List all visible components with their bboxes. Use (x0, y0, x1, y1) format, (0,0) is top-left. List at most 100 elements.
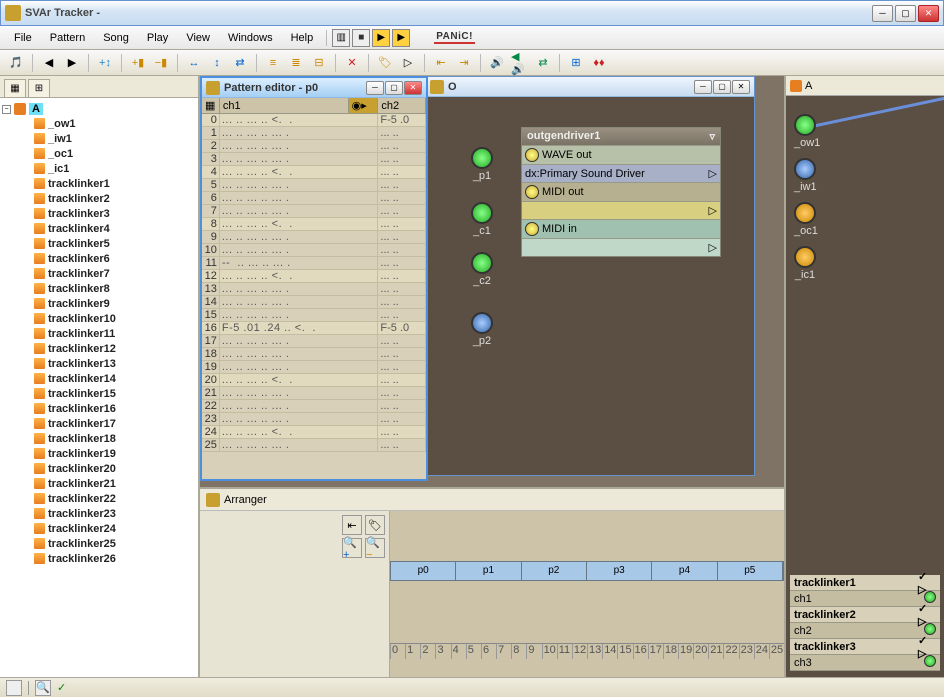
port-c2[interactable]: _c2 (471, 252, 493, 287)
col-ch1[interactable]: ch1 (220, 98, 349, 113)
midiout-play-icon[interactable]: ▷ (709, 204, 717, 217)
tree-item[interactable]: tracklinker22 (2, 491, 196, 506)
pattern-row[interactable]: 23... .. ... .. ... .... .. (202, 413, 426, 426)
pattern-block[interactable]: p4 (652, 562, 717, 580)
node-outgendriver[interactable]: outgendriver1▿ WAVE out dx:Primary Sound… (521, 127, 721, 257)
tree-item[interactable]: _ow1 (2, 116, 196, 131)
tree-item[interactable]: tracklinker2 (2, 191, 196, 206)
panic-button[interactable]: PANiC! (434, 31, 475, 44)
port-c1[interactable]: _c1 (471, 202, 493, 237)
pattern-row[interactable]: 0... .. ... .. <. .F-5 .0 (202, 114, 426, 127)
tree-item[interactable]: _iw1 (2, 131, 196, 146)
pattern-grid[interactable]: ▦ ch1 ◉▸ ch2 0... .. ... .. <. .F-5 .01.… (202, 98, 426, 479)
play-pattern-button[interactable]: ▶ (372, 29, 390, 47)
tree-item[interactable]: tracklinker16 (2, 401, 196, 416)
arranger-tag-button[interactable]: 🏷 (365, 515, 385, 535)
tree-item[interactable]: tracklinker23 (2, 506, 196, 521)
tool-mixer[interactable]: ♦♦ (589, 53, 609, 73)
menu-view[interactable]: View (178, 29, 218, 47)
pattern-row[interactable]: 4... .. ... .. <. .... .. (202, 166, 426, 179)
graph-min-button[interactable]: ─ (694, 80, 712, 94)
port-p2[interactable]: _p2 (471, 312, 493, 347)
tool-track-b[interactable]: ↕ (207, 53, 227, 73)
tree-item[interactable]: tracklinker12 (2, 341, 196, 356)
pattern-row[interactable]: 13... .. ... .. ... .... .. (202, 283, 426, 296)
pattern-lane[interactable]: p0p1p2p3p4p5 (390, 561, 784, 581)
tool-track-c[interactable]: ⇄ (230, 53, 250, 73)
rport-ow1[interactable]: _ow1 (794, 114, 820, 149)
pattern-block[interactable]: p0 (391, 562, 456, 580)
tree-item[interactable]: tracklinker8 (2, 281, 196, 296)
pattern-row[interactable]: 22... .. ... .. ... .... .. (202, 400, 426, 413)
pattern-row[interactable]: 20... .. ... .. <. .... .. (202, 374, 426, 387)
tree-item[interactable]: tracklinker3 (2, 206, 196, 221)
graph-canvas[interactable]: outgendriver1▿ WAVE out dx:Primary Sound… (426, 97, 754, 475)
tool-sound-b[interactable]: ◀🔊 (510, 53, 530, 73)
tracklinker-row[interactable]: tracklinker3✓ ▷ (790, 639, 940, 655)
midiin-play-icon[interactable]: ▷ (709, 241, 717, 254)
tracklinker-ch[interactable]: ch3 (790, 655, 940, 671)
pattern-row[interactable]: 17... .. ... .. ... .... .. (202, 335, 426, 348)
pattern-block[interactable]: p2 (522, 562, 587, 580)
tool-play-cursor[interactable]: ▷ (398, 53, 418, 73)
pattern-row[interactable]: 21... .. ... .. ... .... .. (202, 387, 426, 400)
tree-view[interactable]: − A _ow1_iw1_oc1_ic1tracklinker1tracklin… (0, 98, 198, 677)
restore-button[interactable]: ▢ (895, 5, 916, 22)
menu-help[interactable]: Help (283, 29, 322, 47)
tree-item[interactable]: tracklinker25 (2, 536, 196, 551)
pattern-row[interactable]: 24... .. ... .. <. .... .. (202, 426, 426, 439)
tree-item[interactable]: tracklinker9 (2, 296, 196, 311)
tool-row-c[interactable]: ⊟ (309, 53, 329, 73)
tree-item[interactable]: tracklinker11 (2, 326, 196, 341)
pattern-block[interactable]: p1 (456, 562, 521, 580)
pattern-close-button[interactable]: ✕ (404, 81, 422, 95)
tree-item[interactable]: tracklinker4 (2, 221, 196, 236)
tool-next[interactable]: ▶ (62, 53, 82, 73)
play-song-button[interactable]: ▶ (392, 29, 410, 47)
menu-play[interactable]: Play (139, 29, 176, 47)
graph-close-button[interactable]: ✕ (732, 80, 750, 94)
pattern-row[interactable]: 6... .. ... .. ... .... .. (202, 192, 426, 205)
tool-eq[interactable]: ⊞ (566, 53, 586, 73)
tool-row-a[interactable]: ≡ (263, 53, 283, 73)
tool-sound-c[interactable]: ⇄ (533, 53, 553, 73)
wave-device-play-icon[interactable]: ▷ (709, 167, 717, 180)
right-graph[interactable]: _ow1 _iw1 _oc1 _ic1 tracklinker1✓ ▷ch1tr… (786, 96, 944, 677)
arranger-loop-button[interactable]: ⇤ (342, 515, 362, 535)
pattern-row[interactable]: 10... .. ... .. ... .... .. (202, 244, 426, 257)
minimize-button[interactable]: ─ (872, 5, 893, 22)
pattern-row[interactable]: 15... .. ... .. ... .... .. (202, 309, 426, 322)
col-ch2[interactable]: ch2 (378, 98, 426, 113)
tree-item[interactable]: tracklinker24 (2, 521, 196, 536)
tree-root[interactable]: − A (2, 102, 196, 116)
pattern-row[interactable]: 8... .. ... .. <. .... .. (202, 218, 426, 231)
tool-loop-end[interactable]: ⇥ (454, 53, 474, 73)
status-btn-1[interactable] (6, 680, 22, 696)
window-layout-button[interactable]: ▥ (332, 29, 350, 47)
tree-item[interactable]: _oc1 (2, 146, 196, 161)
tree-item[interactable]: tracklinker15 (2, 386, 196, 401)
tool-add-marker[interactable]: +↕ (95, 53, 115, 73)
rport-oc1[interactable]: _oc1 (794, 202, 818, 237)
rport-ic1[interactable]: _ic1 (794, 246, 816, 281)
tool-row-b[interactable]: ≣ (286, 53, 306, 73)
arranger-timeline[interactable]: p0p1p2p3p4p5 012345678910111213141516171… (390, 511, 784, 677)
tree-item[interactable]: tracklinker26 (2, 551, 196, 566)
tree-tab-1[interactable]: ▦ (4, 79, 26, 97)
tree-item[interactable]: tracklinker21 (2, 476, 196, 491)
pattern-row[interactable]: 11-- .. ... .. ... .... .. (202, 257, 426, 270)
pattern-row[interactable]: 16F-5 .01 .24 .. <. .F-5 .0 (202, 322, 426, 335)
pattern-row[interactable]: 14... .. ... .. ... .... .. (202, 296, 426, 309)
tool-track-a[interactable]: ↔ (184, 53, 204, 73)
tool-insert-col[interactable]: +▮ (128, 53, 148, 73)
tool-prev[interactable]: ◀ (39, 53, 59, 73)
pattern-block[interactable]: p5 (718, 562, 783, 580)
tool-tag[interactable]: 🏷 (375, 53, 395, 73)
stop-button[interactable]: ■ (352, 29, 370, 47)
close-button[interactable]: ✕ (918, 5, 939, 22)
arranger-zoom-in[interactable]: 🔍+ (342, 538, 362, 558)
tree-item[interactable]: tracklinker19 (2, 446, 196, 461)
collapse-icon[interactable]: − (2, 105, 11, 114)
tracklinker-row[interactable]: tracklinker2✓ ▷ (790, 607, 940, 623)
tree-item[interactable]: tracklinker7 (2, 266, 196, 281)
